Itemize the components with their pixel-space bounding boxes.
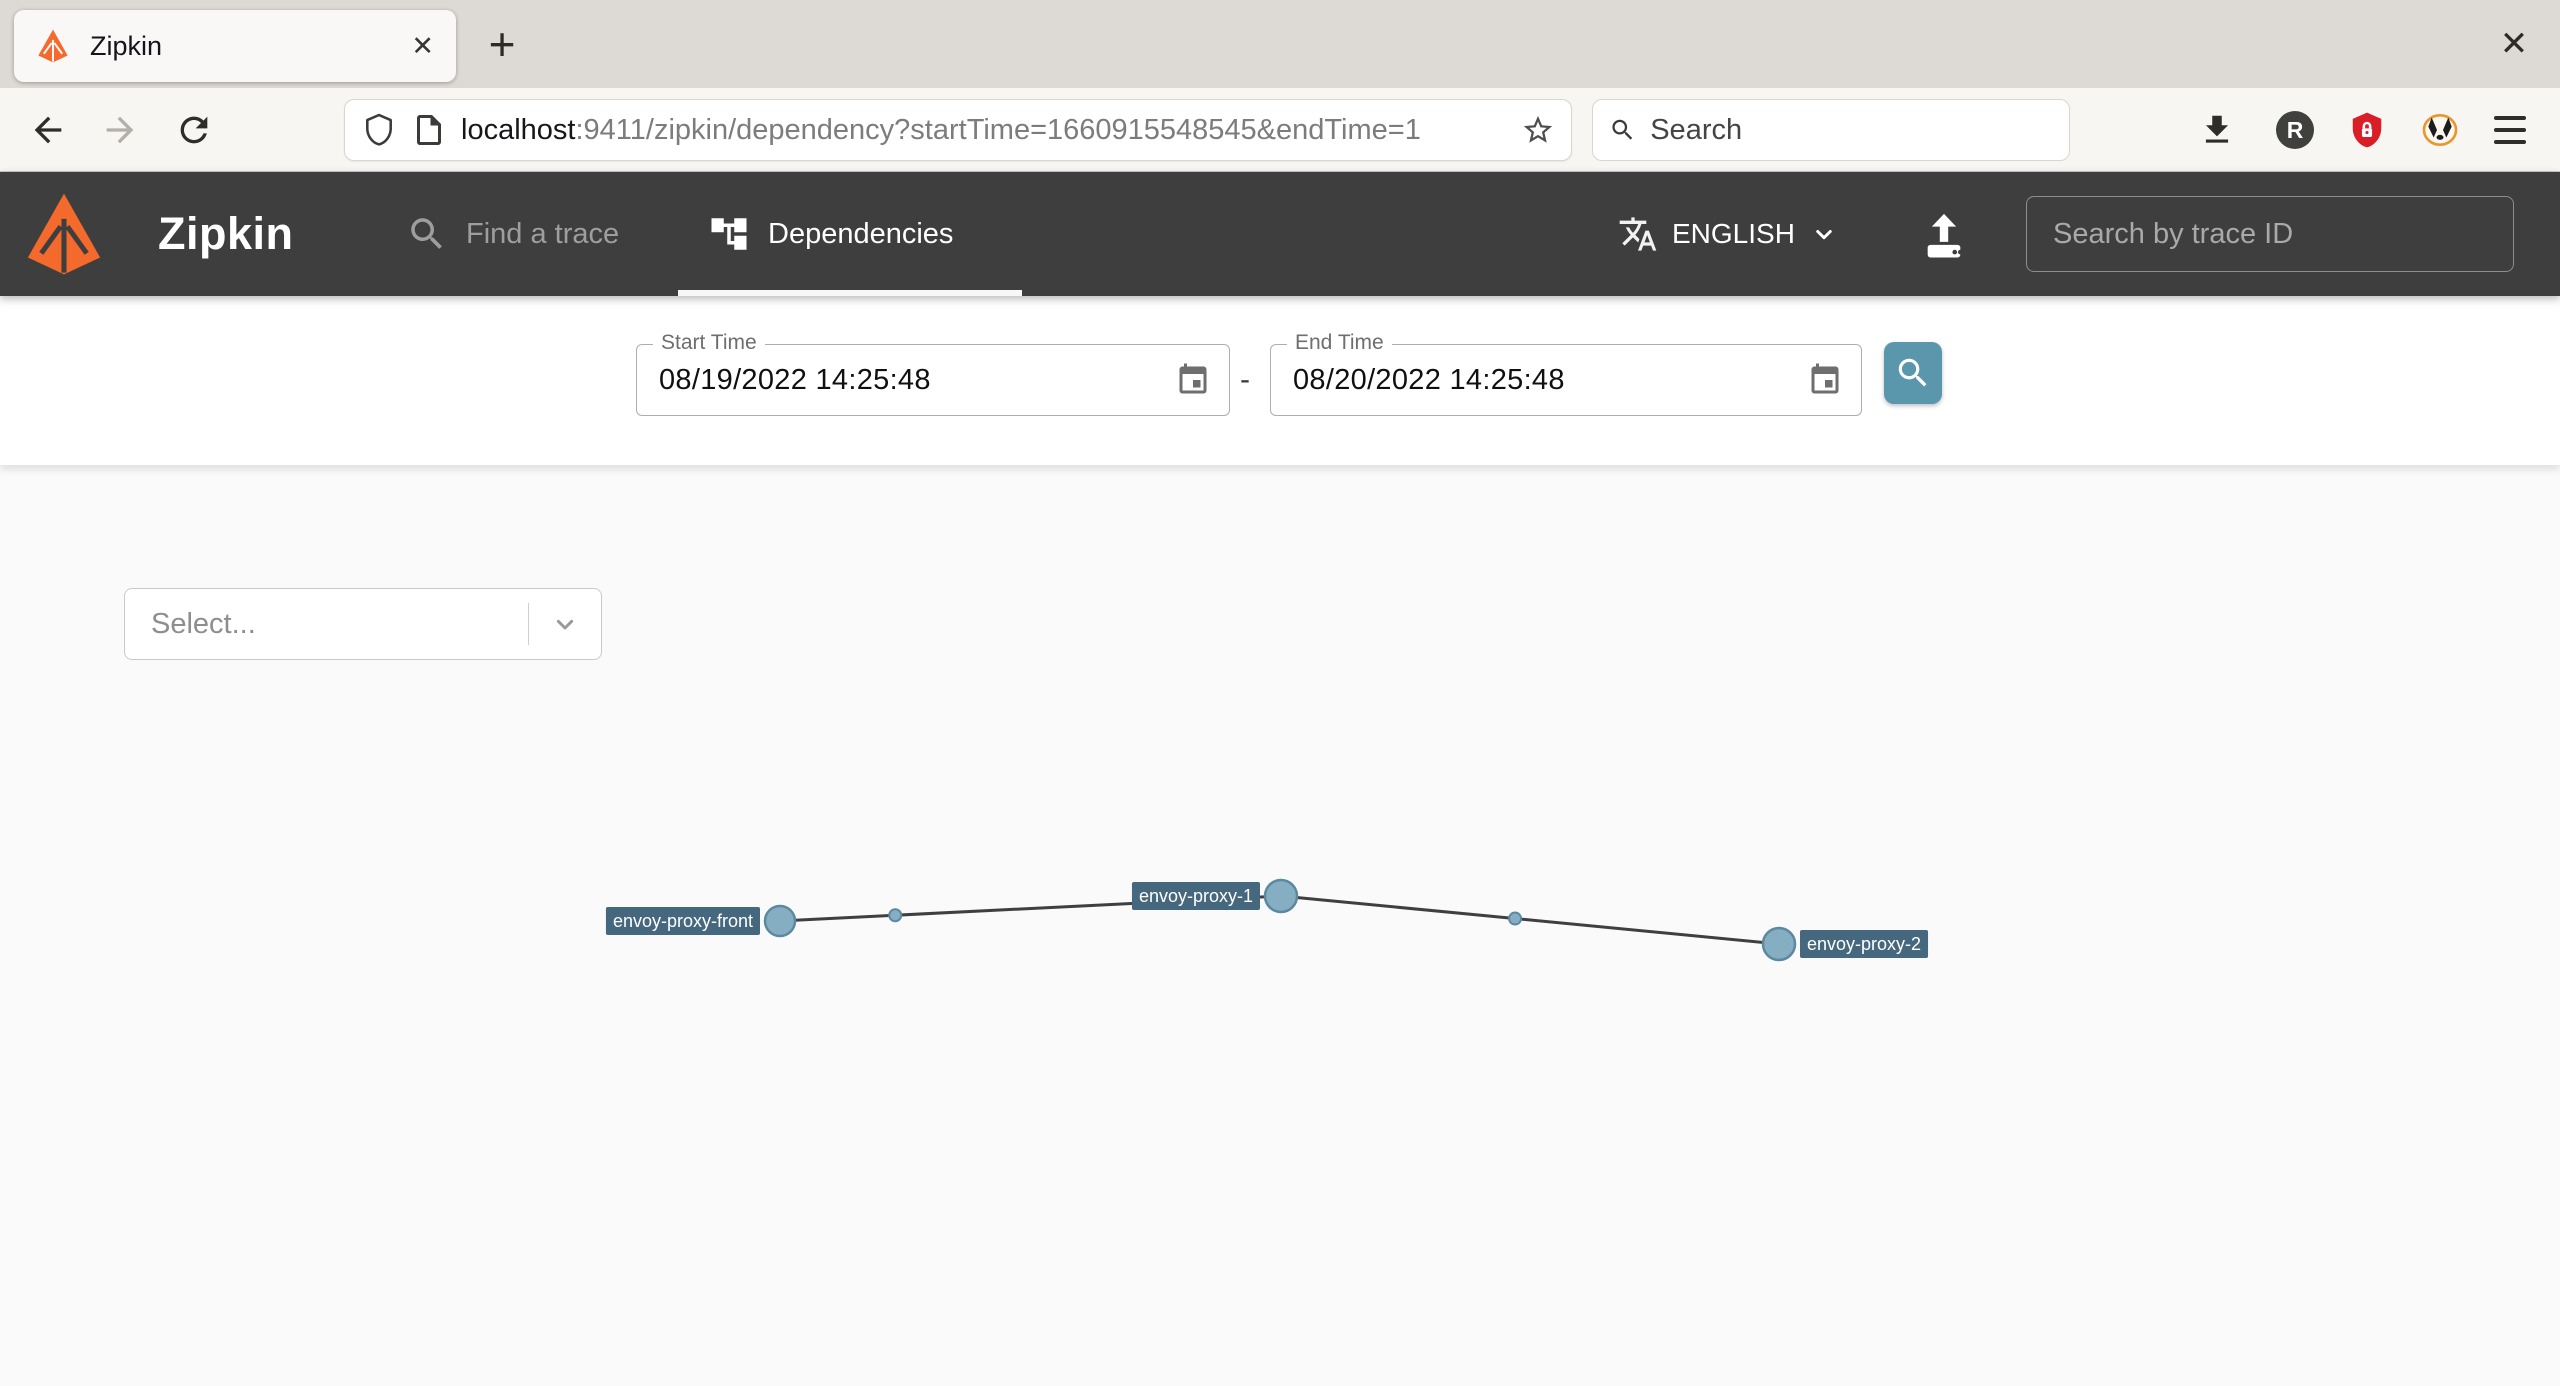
- language-selector[interactable]: ENGLISH: [1618, 172, 1839, 296]
- extension-r-button[interactable]: R: [2276, 88, 2314, 172]
- search-icon: [1898, 358, 1927, 387]
- graph-node[interactable]: [1263, 878, 1299, 914]
- end-time-field[interactable]: End Time 08/20/2022 14:25:48: [1270, 331, 1862, 416]
- translate-icon: [1619, 217, 1657, 251]
- graph-node-label[interactable]: envoy-proxy-1: [1139, 886, 1253, 906]
- graph-edge: [1280, 894, 1780, 946]
- url-host: localhost: [461, 113, 576, 146]
- graph-node-label[interactable]: envoy-proxy-front: [613, 911, 753, 931]
- hamburger-icon: [2494, 116, 2526, 144]
- new-tab-button[interactable]: +: [472, 14, 532, 74]
- language-label: ENGLISH: [1672, 218, 1795, 249]
- tracking-shield-icon[interactable]: [361, 112, 397, 148]
- download-icon: [2205, 115, 2229, 143]
- end-time-value[interactable]: 08/20/2022 14:25:48: [1293, 364, 1807, 397]
- browser-tab-bar: Zipkin ✕ + ✕: [0, 0, 2560, 88]
- url-fade: [1431, 113, 1521, 147]
- dependencies-tree-icon: [711, 218, 747, 250]
- badger-icon: [2422, 113, 2458, 147]
- app-header: Zipkin Find a trace Dependencies ENGLISH: [0, 172, 2560, 296]
- reload-icon[interactable]: [174, 110, 214, 150]
- extension-lock-button[interactable]: [2348, 88, 2386, 172]
- tab-title: Zipkin: [90, 30, 163, 61]
- graph-node[interactable]: [763, 904, 797, 938]
- bookmark-star-icon[interactable]: [1521, 113, 1555, 147]
- graph-edge-dot: [888, 908, 903, 923]
- window-close-button[interactable]: ✕: [2484, 14, 2544, 74]
- forward-icon[interactable]: [100, 110, 140, 150]
- url-path: :9411/zipkin/dependency?startTime=166091…: [575, 113, 1421, 146]
- nav-label: Dependencies: [768, 217, 954, 250]
- search-icon: [411, 218, 442, 249]
- trace-id-search-input[interactable]: [2026, 196, 2514, 272]
- filter-bar: Start Time 08/19/2022 14:25:48 - End Tim…: [0, 296, 2560, 466]
- calendar-icon[interactable]: [1175, 362, 1211, 398]
- tab-close-icon[interactable]: ✕: [411, 31, 434, 62]
- zipkin-favicon-icon: [37, 29, 69, 63]
- nav-label: Find a trace: [466, 217, 620, 250]
- r-badge: R: [2276, 111, 2314, 149]
- dependency-graph: envoy-proxy-front envoy-proxy-1 envoy-prox…: [605, 878, 1929, 962]
- page-info-icon[interactable]: [411, 112, 447, 148]
- zipkin-logo: [22, 188, 106, 280]
- content-area: Select... envoy-proxy-front envoy-proxy-1…: [0, 466, 2560, 1386]
- browser-tab[interactable]: Zipkin ✕: [14, 10, 456, 82]
- browser-toolbar: localhost:9411/zipkin/dependency?startTi…: [0, 88, 2560, 172]
- dependency-search-button[interactable]: [1884, 342, 1942, 404]
- search-icon: [1612, 119, 1633, 140]
- download-button[interactable]: [2198, 88, 2236, 172]
- extension-badger-button[interactable]: [2420, 88, 2460, 172]
- browser-search-box[interactable]: [1592, 99, 2070, 161]
- graph-node[interactable]: [1761, 926, 1797, 962]
- active-tab-underline: [678, 290, 1022, 296]
- nav-dependencies[interactable]: Dependencies: [708, 172, 953, 296]
- nav-find-a-trace[interactable]: Find a trace: [406, 172, 619, 296]
- upload-button[interactable]: [1916, 208, 1972, 264]
- range-separator: -: [1240, 363, 1250, 396]
- brand-title: Zipkin: [158, 208, 294, 259]
- back-icon[interactable]: [28, 110, 68, 150]
- url-text[interactable]: localhost:9411/zipkin/dependency?startTi…: [461, 113, 1521, 147]
- address-bar[interactable]: localhost:9411/zipkin/dependency?startTi…: [344, 99, 1572, 161]
- menu-button[interactable]: [2494, 88, 2526, 172]
- start-time-field[interactable]: Start Time 08/19/2022 14:25:48: [636, 331, 1230, 416]
- start-time-label: Start Time: [653, 331, 765, 355]
- graph-node-label[interactable]: envoy-proxy-2: [1807, 934, 1921, 954]
- start-time-value[interactable]: 08/19/2022 14:25:48: [659, 364, 1175, 397]
- red-shield-lock-icon: [2352, 112, 2382, 148]
- upload-icon: [1931, 213, 1957, 242]
- graph-edge-dot: [1508, 911, 1523, 926]
- chevron-down-icon: [1816, 230, 1832, 240]
- end-time-label: End Time: [1287, 331, 1392, 355]
- calendar-icon[interactable]: [1807, 362, 1843, 398]
- browser-search-input[interactable]: [1650, 113, 2053, 147]
